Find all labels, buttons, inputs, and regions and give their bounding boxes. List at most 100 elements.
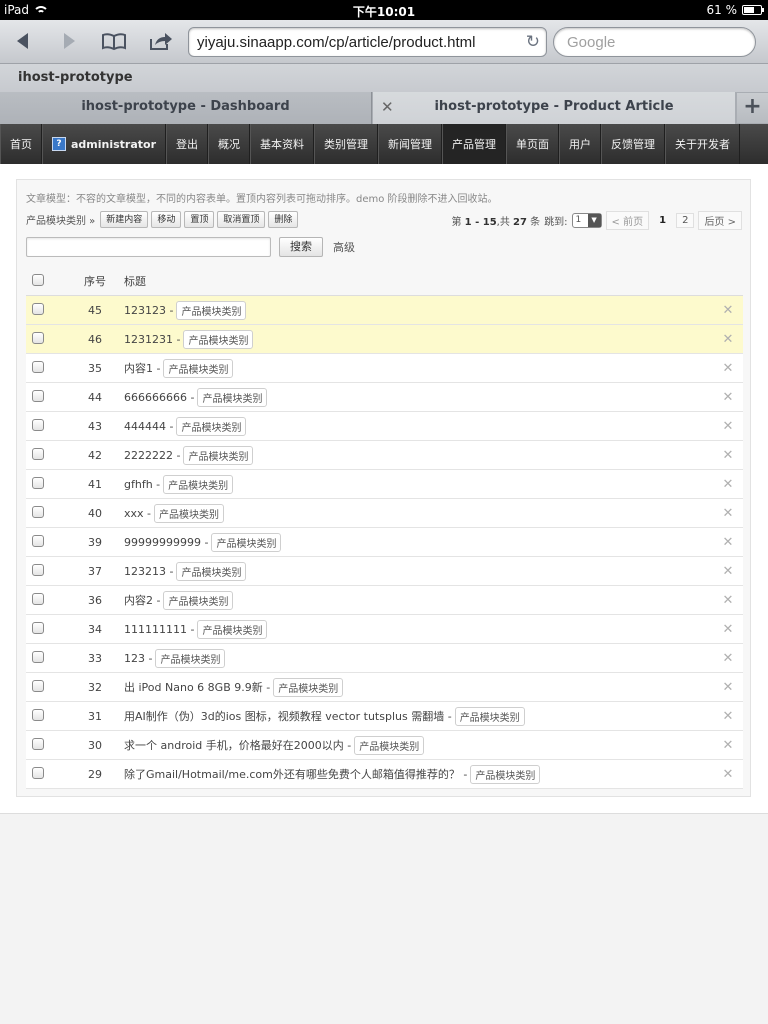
row-title-link[interactable]: 出 iPod Nano 6 8GB 9.9新 - bbox=[124, 679, 270, 695]
row-title-link[interactable]: 111111111 - bbox=[124, 623, 194, 636]
page-link-2[interactable]: 2 bbox=[676, 213, 695, 228]
close-icon[interactable]: ✕ bbox=[713, 361, 743, 376]
search-button[interactable]: 搜索 bbox=[279, 237, 323, 257]
search-field[interactable]: Google bbox=[553, 27, 756, 57]
forward-arrow-icon[interactable] bbox=[54, 30, 84, 56]
row-title-link[interactable]: 求一个 android 手机，价格最好在2000以内 - bbox=[124, 737, 351, 753]
row-checkbox[interactable] bbox=[32, 505, 44, 518]
row-title-link[interactable]: 2222222 - bbox=[124, 449, 180, 462]
nav-item-home[interactable]: 首页 bbox=[0, 124, 42, 164]
close-icon[interactable]: ✕ bbox=[713, 332, 743, 347]
table-row[interactable]: 36 内容2 - 产品模块类别 ✕ bbox=[26, 586, 743, 615]
close-icon[interactable]: ✕ bbox=[713, 622, 743, 637]
tab-product-article[interactable]: ✕ ihost-prototype - Product Article bbox=[373, 92, 735, 124]
address-bar[interactable]: yiyaju.sinaapp.com/cp/article/product.ht… bbox=[188, 27, 547, 57]
row-title-link[interactable]: 除了Gmail/Hotmail/me.com外还有哪些免费个人邮箱值得推荐的？ … bbox=[124, 766, 467, 782]
row-checkbox[interactable] bbox=[32, 766, 44, 779]
row-checkbox[interactable] bbox=[32, 418, 44, 431]
row-title-link[interactable]: 666666666 - bbox=[124, 391, 194, 404]
row-checkbox[interactable] bbox=[32, 563, 44, 576]
category-tag[interactable]: 产品模块类别 bbox=[454, 706, 525, 726]
category-tag[interactable]: 产品模块类别 bbox=[470, 764, 541, 784]
row-checkbox[interactable] bbox=[32, 621, 44, 634]
row-checkbox[interactable] bbox=[32, 389, 44, 402]
bookmark-item[interactable]: ihost-prototype bbox=[18, 70, 133, 85]
row-checkbox[interactable] bbox=[32, 360, 44, 373]
category-tag[interactable]: 产品模块类别 bbox=[197, 619, 268, 639]
nav-item-overview[interactable]: 概况 bbox=[208, 124, 251, 164]
category-tag[interactable]: 产品模块类别 bbox=[154, 503, 224, 523]
nav-item-categories[interactable]: 类别管理 bbox=[314, 124, 379, 164]
nav-item-feedback[interactable]: 反馈管理 bbox=[601, 124, 666, 164]
close-icon[interactable]: ✕ bbox=[713, 593, 743, 608]
table-row[interactable]: 31 用AI制作（伪）3d的ios 图标，视频教程 vector tutsplus… bbox=[26, 702, 743, 731]
category-tag[interactable]: 产品模块类别 bbox=[163, 358, 234, 378]
close-icon[interactable]: ✕ bbox=[713, 506, 743, 521]
category-tag[interactable]: 产品模块类别 bbox=[197, 387, 268, 407]
row-title-link[interactable]: 内容2 - bbox=[124, 592, 160, 608]
table-row[interactable]: 43 444444 - 产品模块类别 ✕ bbox=[26, 412, 743, 441]
row-title-link[interactable]: 内容1 - bbox=[124, 360, 160, 376]
close-icon[interactable]: ✕ bbox=[713, 767, 743, 782]
table-row[interactable]: 33 123 - 产品模块类别 ✕ bbox=[26, 644, 743, 673]
row-title-link[interactable]: 99999999999 - bbox=[124, 536, 208, 549]
table-row[interactable]: 40 xxx - 产品模块类别 ✕ bbox=[26, 499, 743, 528]
table-row[interactable]: 34 111111111 - 产品模块类别 ✕ bbox=[26, 615, 743, 644]
table-row[interactable]: 46 1231231 - 产品模块类别 ✕ bbox=[26, 325, 743, 354]
category-tag[interactable]: 产品模块类别 bbox=[183, 445, 254, 465]
category-tag[interactable]: 产品模块类别 bbox=[273, 677, 344, 697]
tab-dashboard[interactable]: ihost-prototype - Dashboard bbox=[0, 92, 372, 124]
row-checkbox[interactable] bbox=[32, 708, 44, 721]
category-tag[interactable]: 产品模块类别 bbox=[176, 300, 247, 320]
nav-item-users[interactable]: 用户 bbox=[559, 124, 602, 164]
close-icon[interactable]: ✕ bbox=[713, 651, 743, 666]
row-title-link[interactable]: 123 - bbox=[124, 652, 152, 665]
close-icon[interactable]: ✕ bbox=[713, 477, 743, 492]
table-row[interactable]: 32 出 iPod Nano 6 8GB 9.9新 - 产品模块类别 ✕ bbox=[26, 673, 743, 702]
nav-item-profile[interactable]: 基本资料 bbox=[250, 124, 315, 164]
row-title-link[interactable]: 444444 - bbox=[124, 420, 173, 433]
row-title-link[interactable]: 123213 - bbox=[124, 565, 173, 578]
category-tag[interactable]: 产品模块类别 bbox=[155, 648, 226, 668]
close-icon[interactable]: ✕ bbox=[713, 709, 743, 724]
unpin-button[interactable]: 取消置顶 bbox=[217, 211, 266, 228]
close-icon[interactable]: ✕ bbox=[713, 680, 743, 695]
category-tag[interactable]: 产品模块类别 bbox=[183, 329, 254, 349]
table-row[interactable]: 39 99999999999 - 产品模块类别 ✕ bbox=[26, 528, 743, 557]
row-checkbox[interactable] bbox=[32, 302, 44, 315]
row-title-link[interactable]: 1231231 - bbox=[124, 333, 180, 346]
book-icon[interactable] bbox=[99, 30, 129, 56]
row-checkbox[interactable] bbox=[32, 331, 44, 344]
close-icon[interactable]: ✕ bbox=[713, 535, 743, 550]
nav-item-pages[interactable]: 单页面 bbox=[506, 124, 560, 164]
close-icon[interactable]: ✕ bbox=[713, 390, 743, 405]
row-checkbox[interactable] bbox=[32, 650, 44, 663]
close-icon[interactable]: ✕ bbox=[713, 738, 743, 753]
nav-item-news[interactable]: 新闻管理 bbox=[378, 124, 443, 164]
row-title-link[interactable]: gfhfh - bbox=[124, 478, 160, 491]
row-checkbox[interactable] bbox=[32, 534, 44, 547]
nav-item-user[interactable]: ? administrator bbox=[42, 124, 167, 164]
row-title-link[interactable]: 用AI制作（伪）3d的ios 图标，视频教程 vector tutsplus 需… bbox=[124, 708, 452, 724]
table-row[interactable]: 35 内容1 - 产品模块类别 ✕ bbox=[26, 354, 743, 383]
category-tag[interactable]: 产品模块类别 bbox=[163, 590, 234, 610]
move-button[interactable]: 移动 bbox=[151, 211, 182, 228]
category-tag[interactable]: 产品模块类别 bbox=[211, 532, 282, 552]
row-checkbox[interactable] bbox=[32, 447, 44, 460]
table-row[interactable]: 37 123213 - 产品模块类别 ✕ bbox=[26, 557, 743, 586]
category-tag[interactable]: 产品模块类别 bbox=[163, 474, 234, 494]
back-arrow-icon[interactable] bbox=[8, 30, 38, 56]
nav-item-products[interactable]: 产品管理 bbox=[442, 124, 507, 164]
row-checkbox[interactable] bbox=[32, 592, 44, 605]
delete-button[interactable]: 删除 bbox=[268, 211, 299, 228]
table-row[interactable]: 41 gfhfh - 产品模块类别 ✕ bbox=[26, 470, 743, 499]
close-icon[interactable]: ✕ bbox=[713, 419, 743, 434]
category-tag[interactable]: 产品模块类别 bbox=[354, 735, 425, 755]
page-jump-select[interactable]: 1 ▼ bbox=[571, 213, 602, 228]
plus-icon[interactable]: + bbox=[737, 93, 768, 123]
table-row[interactable]: 44 666666666 - 产品模块类别 ✕ bbox=[26, 383, 743, 412]
share-icon[interactable] bbox=[146, 30, 176, 56]
close-icon[interactable]: ✕ bbox=[381, 92, 394, 122]
close-icon[interactable]: ✕ bbox=[713, 448, 743, 463]
close-icon[interactable]: ✕ bbox=[713, 303, 743, 318]
